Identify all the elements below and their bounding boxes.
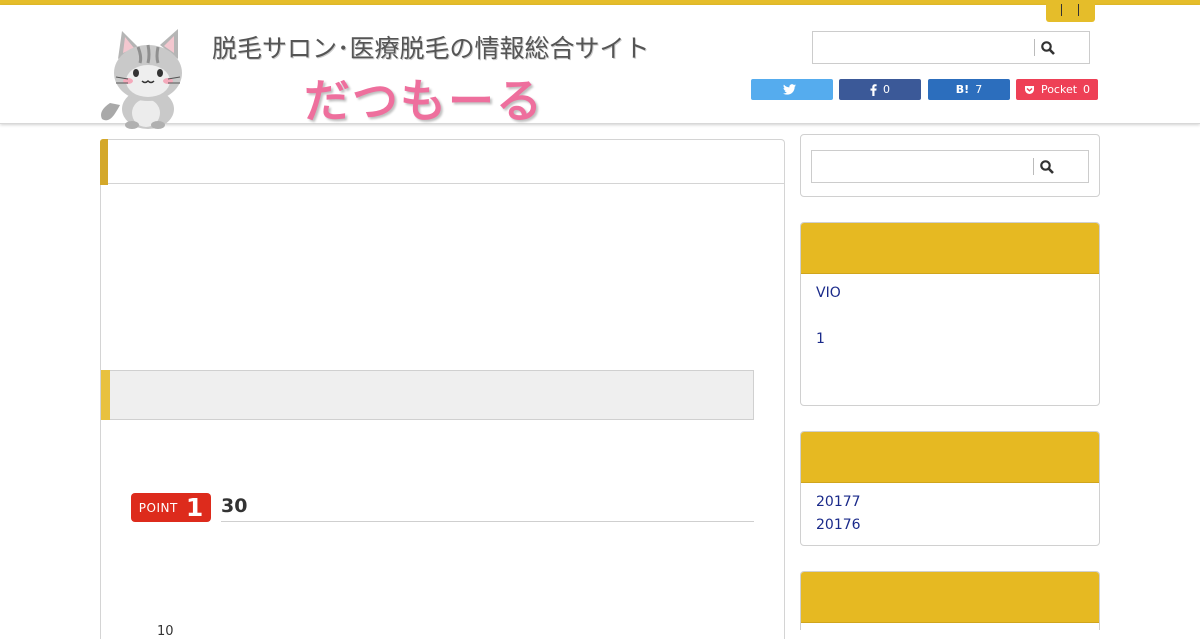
pocket-icon xyxy=(1024,85,1034,94)
hatena-share-button[interactable]: B! 7 xyxy=(928,79,1010,100)
point-badge: POINT 1 xyxy=(131,493,211,522)
point-divider xyxy=(221,521,754,522)
site-header: 脱毛サロン･医療脱毛の情報総合サイト だつもーる 0 B! 7 Pocket 0 xyxy=(0,5,1200,129)
sidebar-search-input[interactable] xyxy=(812,151,1032,182)
sidebar-search-widget xyxy=(800,134,1100,197)
widget-1-header xyxy=(801,223,1099,274)
menu-toggle-button[interactable] xyxy=(1046,0,1095,22)
header-search-input[interactable] xyxy=(813,32,1033,63)
cat-mascot-icon xyxy=(101,29,182,129)
widget-2-link[interactable]: 20176 xyxy=(816,517,861,533)
twitter-bird-icon xyxy=(782,84,796,95)
article-title-header xyxy=(100,139,784,185)
pocket-share-button[interactable]: Pocket 0 xyxy=(1016,79,1098,100)
menu-bar-icon xyxy=(1061,4,1062,16)
article-container: POINT 1 30 10 xyxy=(100,139,785,639)
widget-2-header xyxy=(801,432,1099,483)
site-tagline: 脱毛サロン･医療脱毛の情報総合サイト xyxy=(212,34,650,63)
point-label: POINT xyxy=(138,500,178,515)
article-body-text: 10 xyxy=(157,624,174,639)
section-accent-bar xyxy=(101,370,110,420)
sidebar-widget-2: 20177 20176 xyxy=(800,431,1100,546)
menu-bar-icon xyxy=(1078,4,1079,16)
point-number: 1 xyxy=(185,493,204,522)
widget-1-link[interactable]: VIO xyxy=(816,285,841,301)
header-search-button[interactable] xyxy=(1035,32,1061,63)
widget-1-link[interactable]: 1 xyxy=(816,331,825,347)
sidebar-widget-1: VIO 1 xyxy=(800,222,1100,406)
sidebar-search-button[interactable] xyxy=(1034,151,1060,182)
widget-2-link[interactable]: 20177 xyxy=(816,494,861,510)
header-search xyxy=(812,31,1090,64)
twitter-share-button[interactable] xyxy=(751,79,833,100)
pocket-count: 0 xyxy=(1083,83,1091,96)
search-icon xyxy=(1041,40,1055,55)
hatena-count: 7 xyxy=(975,83,983,96)
facebook-count: 0 xyxy=(883,83,890,96)
sidebar-widget-3 xyxy=(800,571,1100,630)
point-title: 30 xyxy=(221,495,248,517)
facebook-f-icon xyxy=(870,83,877,96)
facebook-share-button[interactable]: 0 xyxy=(839,79,921,100)
site-logo-text[interactable]: だつもーる xyxy=(304,65,544,131)
hatena-bookmark-icon: B! xyxy=(955,83,970,96)
search-icon xyxy=(1040,159,1054,174)
section-heading xyxy=(101,370,754,420)
title-accent-bar xyxy=(100,139,108,185)
widget-3-header xyxy=(801,572,1099,623)
pocket-label: Pocket xyxy=(1040,83,1078,96)
sidebar-search xyxy=(811,150,1089,183)
